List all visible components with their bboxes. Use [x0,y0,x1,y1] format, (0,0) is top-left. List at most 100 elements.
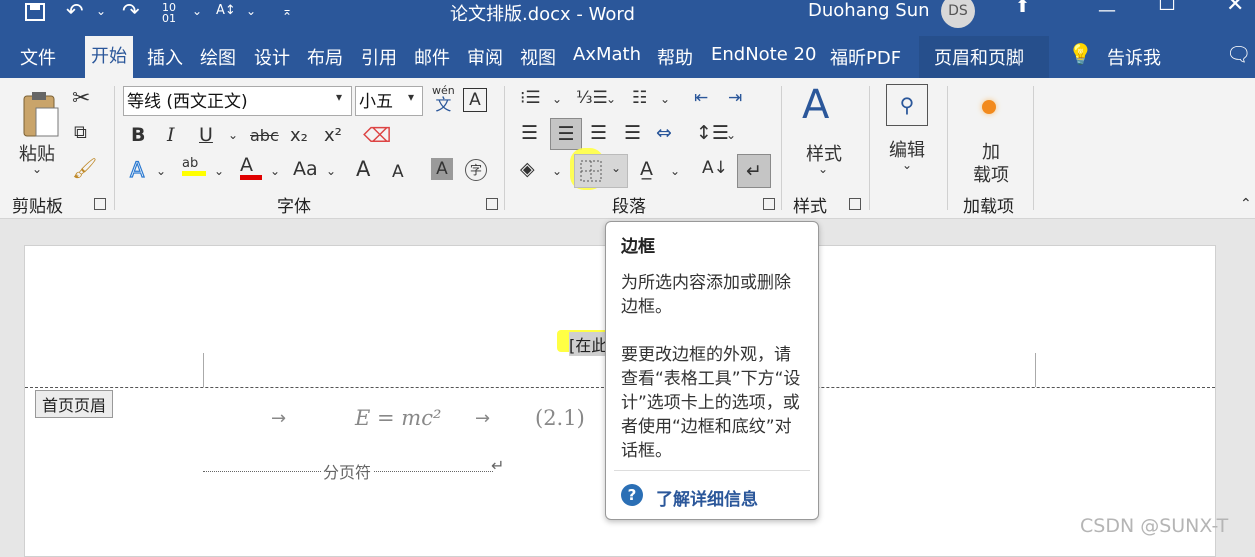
tab-layout[interactable]: 布局 [307,44,343,70]
tab-foxit-pdf[interactable]: 福昕PDF [830,44,901,70]
numbering-list-icon[interactable]: ⅓☰ [576,88,608,108]
tab-header-footer[interactable]: 页眉和页脚 [934,44,1024,70]
comment-icon[interactable]: 🗨 [1226,42,1251,66]
undo-dropdown-icon[interactable]: ⌄ [96,0,106,22]
tab-mailings[interactable]: 邮件 [414,44,450,70]
chevron-down-icon[interactable]: ⌄ [606,92,616,106]
tab-file[interactable]: 文件 [20,44,56,70]
distributed-icon[interactable]: ⇔ [656,122,672,144]
addins-label-2[interactable]: 载项 [973,161,1009,187]
clipboard-launcher-icon[interactable] [94,198,106,210]
chevron-down-icon[interactable]: ⌄ [726,128,736,142]
tab-review[interactable]: 审阅 [467,44,503,70]
chevron-down-icon[interactable]: ⌄ [552,92,562,106]
bullets-icon[interactable]: ⁝☰ [520,88,541,108]
underline-button[interactable]: U [199,124,213,146]
shading-icon[interactable]: ◈ [520,158,535,180]
copy-icon[interactable]: ⧉ [74,122,87,143]
multilevel-list-icon[interactable]: ☷ [632,88,647,108]
borders-button[interactable]: ⌄ [574,154,628,188]
chevron-down-icon[interactable]: ▾ [336,90,342,104]
sort-icon[interactable]: A↓ [702,158,728,178]
line-spacing-icon[interactable]: ↕☰ [696,122,729,144]
cut-icon[interactable]: ✂ [72,86,90,111]
superscript-button[interactable]: x² [324,125,342,146]
chevron-down-icon[interactable]: ⌄ [818,162,828,176]
font-name-select[interactable]: 等线 (西文正文) [123,86,352,116]
font-launcher-icon[interactable] [486,198,498,210]
strikethrough-button[interactable]: abc [250,126,279,145]
enclose-characters-icon[interactable]: A [463,88,487,112]
tab-endnote[interactable]: EndNote 20 [711,44,816,65]
styles-icon[interactable]: A [802,82,829,128]
lightbulb-icon[interactable]: 💡 [1068,42,1093,66]
clear-formatting-icon[interactable]: ⌫ [363,123,391,147]
learn-more-link[interactable]: 了解详细信息 [656,485,758,510]
character-shading-button[interactable]: A [431,158,453,180]
chevron-down-icon[interactable]: ⌄ [192,0,202,22]
minimize-icon[interactable]: — [1098,0,1116,22]
restore-icon[interactable]: ☐ [1158,0,1176,14]
equation[interactable]: E = mc² [355,406,441,430]
text-effects-button[interactable]: A [129,157,145,182]
chevron-down-icon[interactable]: ⌄ [156,164,166,178]
redo-icon[interactable]: ↷ [122,0,140,22]
change-case-button[interactable]: Aa [293,158,318,180]
equation-number[interactable]: (2.1) [535,406,585,430]
tab-help[interactable]: 帮助 [657,44,693,70]
highlight-color-button[interactable]: ab [182,156,206,176]
chevron-down-icon[interactable]: ⌄ [552,164,562,178]
tab-design[interactable]: 设计 [254,44,290,70]
tab-references[interactable]: 引用 [361,44,397,70]
justify-icon[interactable]: ☰ [624,122,641,144]
show-marks-icon[interactable]: ↵ [737,154,771,188]
subscript-button[interactable]: x₂ [290,125,308,146]
font-color-button[interactable]: A [240,156,262,180]
decrease-indent-icon[interactable]: ⇤ [694,88,708,108]
chevron-down-icon[interactable]: ⌄ [326,164,336,178]
enclose-char-button[interactable]: 字 [465,159,487,181]
chevron-down-icon[interactable]: ⌄ [270,164,280,178]
numbering-icon[interactable]: 10 01 [162,2,176,24]
tell-me-box[interactable]: 告诉我 [1107,44,1161,70]
customize-toolbar-icon[interactable]: ⌅ [282,0,292,22]
close-icon[interactable]: ✕ [1226,0,1244,16]
phonetic-guide-icon[interactable]: wén 文 [432,84,455,113]
save-icon[interactable] [24,2,46,24]
undo-icon[interactable]: ↶ [66,0,84,22]
text-direction-icon[interactable]: A↕ [216,0,236,22]
user-name[interactable]: Duohang Sun [808,0,930,21]
chevron-down-icon[interactable]: ⌄ [32,162,42,176]
chevron-down-icon[interactable]: ⌄ [660,92,670,106]
grow-font-button[interactable]: A [356,157,370,181]
tab-axmath[interactable]: AxMath [573,44,641,65]
chevron-down-icon[interactable]: ⌄ [214,164,224,178]
search-icon[interactable]: ⚲ [886,84,928,126]
header-placeholder[interactable]: [在此 [569,332,608,356]
tab-view[interactable]: 视图 [520,44,556,70]
chevron-down-icon[interactable]: ⌄ [611,161,621,175]
styles-launcher-icon[interactable] [849,198,861,210]
chevron-down-icon[interactable]: ▾ [408,90,414,104]
ribbon-display-icon[interactable]: ⬆ [1015,0,1030,18]
chevron-down-icon[interactable]: ⌄ [902,158,912,172]
chevron-down-icon[interactable]: ⌄ [228,128,238,142]
tab-insert[interactable]: 插入 [147,44,183,70]
align-center-icon[interactable]: ☰ [550,118,582,150]
italic-button[interactable]: I [167,124,175,146]
tab-home[interactable]: 开始 [85,36,133,78]
align-left-icon[interactable]: ☰ [521,122,538,144]
help-icon[interactable]: ? [621,484,643,506]
chevron-down-icon[interactable]: ⌄ [246,0,256,22]
format-painter-icon[interactable]: 🖌 [72,156,97,180]
chevron-down-icon[interactable]: ⌄ [670,164,680,178]
asian-layout-icon[interactable]: A̲ [640,158,653,180]
increase-indent-icon[interactable]: ⇥ [728,88,742,108]
tab-draw[interactable]: 绘图 [200,44,236,70]
bold-button[interactable]: B [131,124,145,146]
shrink-font-button[interactable]: A [392,162,404,182]
collapse-ribbon-icon[interactable]: ⌃ [1240,196,1252,212]
paragraph-launcher-icon[interactable] [763,198,775,210]
align-right-icon[interactable]: ☰ [590,122,607,144]
avatar[interactable]: DS [941,0,975,28]
